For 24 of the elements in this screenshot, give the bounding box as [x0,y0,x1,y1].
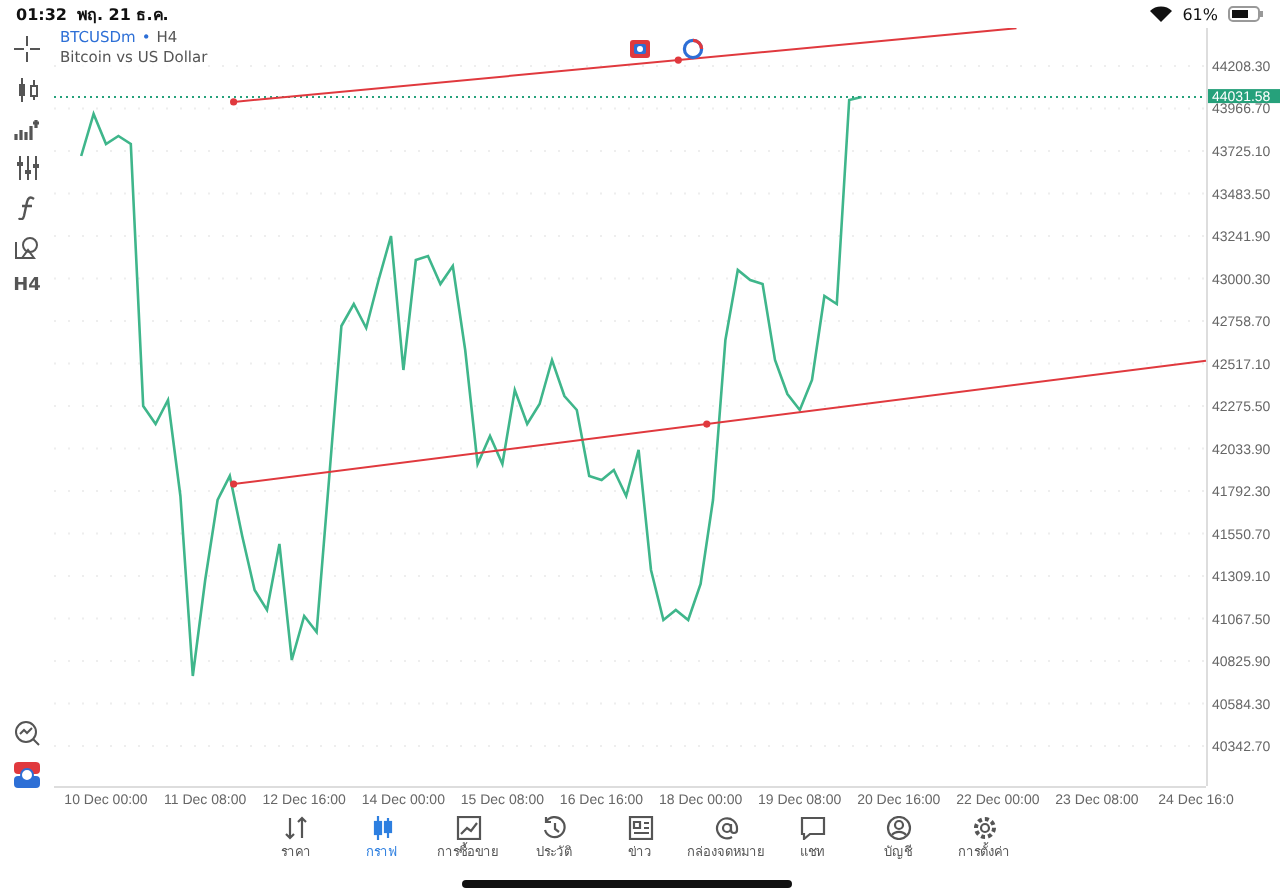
chart-check-icon[interactable] [14,720,40,746]
status-time: 01:32 [16,5,67,23]
shapes-icon[interactable] [14,236,40,260]
settings-icon [971,816,997,840]
battery-level: 61% [1182,5,1218,23]
candlestick-icon[interactable] [15,78,39,102]
battery-icon [1228,6,1264,22]
history-icon [541,816,567,840]
up-down-arrows-icon [283,816,309,840]
chat-bubble-icon [799,816,825,840]
camera-icon[interactable] [630,40,650,58]
candlestick-icon [369,816,395,840]
timeframe-button[interactable]: H4 [13,276,41,296]
wifi-icon [1150,6,1173,22]
status-date: พฤ. 21 ธ.ค. [76,3,169,27]
sliders-icon[interactable] [15,156,39,180]
user-icon [885,816,911,840]
crosshair-icon[interactable] [14,36,40,62]
bar-chart-icon[interactable] [14,118,40,140]
function-icon[interactable] [18,196,36,220]
at-sign-icon [713,816,739,840]
app-logo-icon[interactable] [14,762,40,788]
newspaper-icon [627,816,653,840]
line-chart-icon [455,816,481,840]
